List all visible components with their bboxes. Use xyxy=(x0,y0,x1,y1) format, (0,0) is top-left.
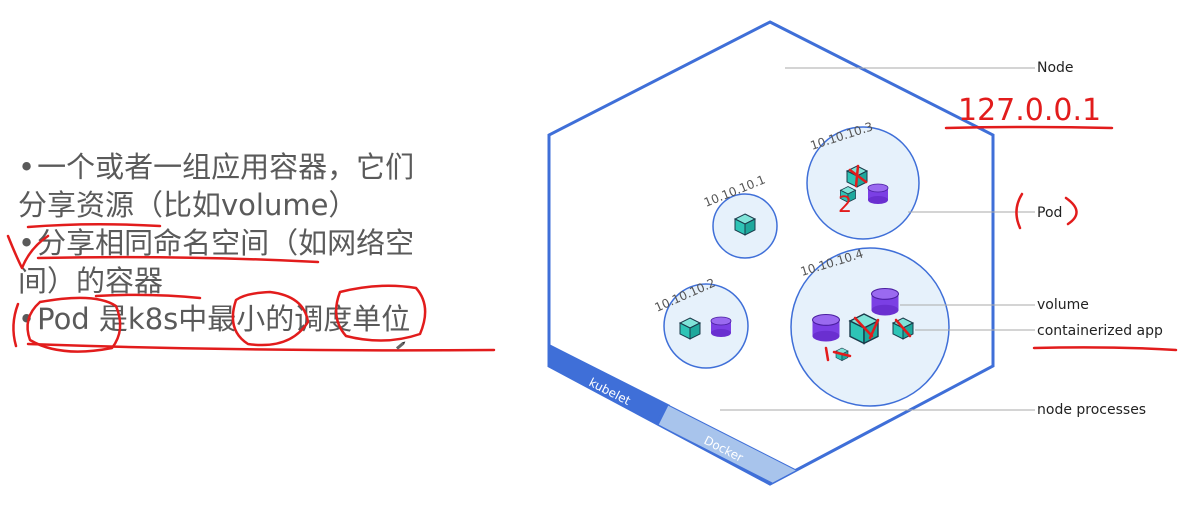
pencil-cursor-icon xyxy=(395,341,406,350)
containerized-app-label: containerized app xyxy=(1037,323,1163,339)
container-cube-icon xyxy=(678,317,702,340)
volume-cylinder-icon xyxy=(811,313,841,342)
bracket-stroke xyxy=(1064,196,1078,226)
underline-stroke xyxy=(26,222,162,229)
node-diagram: kubelet Docker 10.10.10.1 10.10.10.2 10.… xyxy=(6,20,1178,486)
bracket-stroke xyxy=(1015,192,1024,230)
container-cube-icon xyxy=(733,213,757,236)
underline-stroke xyxy=(36,255,320,264)
volume-label: volume xyxy=(1037,297,1089,313)
volume-cylinder-icon xyxy=(870,287,900,316)
handwritten-ip-note: 127.0.0.1 xyxy=(958,93,1101,128)
circle-stroke xyxy=(334,284,427,342)
bracket-stroke xyxy=(12,302,20,348)
node-label: Node xyxy=(1037,60,1074,76)
node-hexagon xyxy=(547,20,995,486)
underline-stroke xyxy=(1032,346,1178,352)
volume-cylinder-icon xyxy=(867,183,889,204)
underline-stroke xyxy=(94,293,202,300)
volume-cylinder-icon xyxy=(710,316,732,337)
check-mark-stroke xyxy=(6,234,50,270)
node-processes-label: node processes xyxy=(1037,402,1146,418)
circle-stroke xyxy=(231,290,310,347)
handwritten-count-note: 2 xyxy=(838,193,852,218)
pod-label: Pod xyxy=(1037,205,1062,221)
